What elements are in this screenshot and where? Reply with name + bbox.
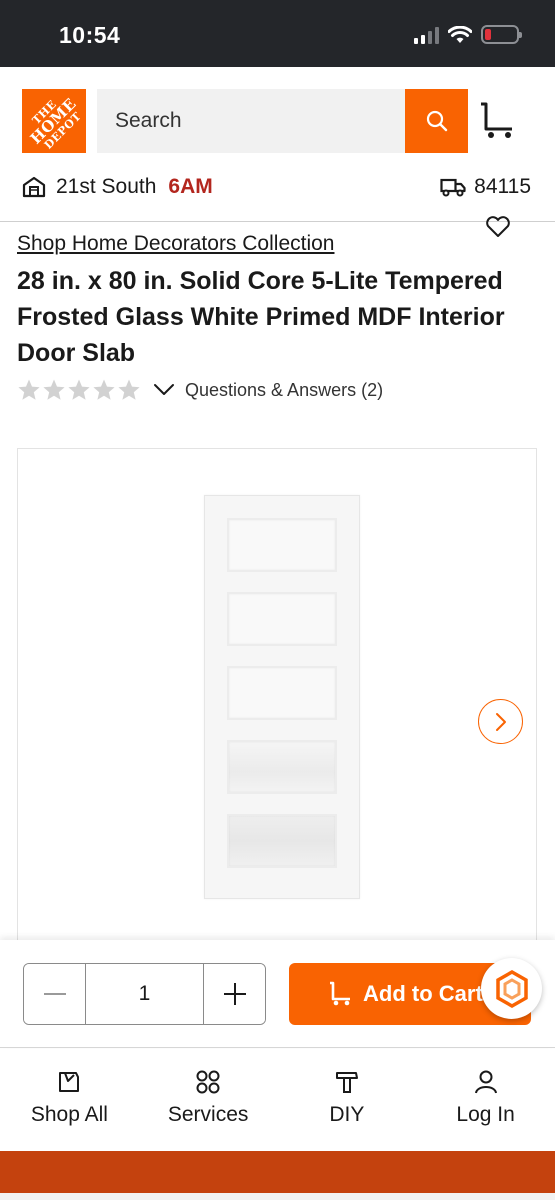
search-icon <box>426 110 447 132</box>
delivery-zip-selector[interactable]: 84115 <box>440 175 531 199</box>
questions-answers-link[interactable]: Questions & Answers (2) <box>185 380 383 401</box>
increase-quantity-button[interactable] <box>204 964 265 1024</box>
user-icon <box>474 1070 497 1094</box>
plus-icon <box>223 983 246 1005</box>
bottom-nav: Shop All Services DIY Log In <box>0 1049 555 1151</box>
status-bar: 10:54 <box>0 0 555 67</box>
quantity-input[interactable]: 1 <box>85 964 204 1024</box>
nav-label: Log In <box>456 1103 515 1126</box>
bottom-banner-strip <box>0 1151 555 1193</box>
nav-label: DIY <box>329 1103 365 1126</box>
nav-label: Services <box>167 1103 249 1126</box>
store-selector[interactable]: 21st South 6AM <box>22 175 213 199</box>
add-to-cart-bar: 1 Add to Cart <box>0 940 555 1048</box>
chevron-right-icon <box>495 712 506 731</box>
carousel-next-button[interactable] <box>478 699 523 744</box>
star-icon <box>18 379 40 400</box>
chevron-down-icon[interactable] <box>153 383 175 397</box>
star-icon <box>118 379 140 400</box>
battery-icon <box>481 25 522 44</box>
header: THE HOME DEPOT 21st South 6AM <box>0 67 555 222</box>
signal-icon <box>414 26 439 44</box>
nav-log-in[interactable]: Log In <box>416 1049 555 1151</box>
store-name: 21st South <box>56 175 157 198</box>
status-icons <box>414 25 522 44</box>
diy-icon <box>335 1072 358 1093</box>
home-depot-logo[interactable]: THE HOME DEPOT <box>22 89 86 153</box>
wifi-icon <box>448 25 472 43</box>
quantity-stepper: 1 <box>23 963 266 1025</box>
add-to-cart-label: Add to Cart <box>363 981 483 1006</box>
rating-row: Questions & Answers (2) <box>17 378 383 402</box>
shop-all-icon <box>59 1072 80 1092</box>
brand-link[interactable]: Shop Home Decorators Collection <box>17 232 334 256</box>
status-time: 10:54 <box>59 22 121 48</box>
store-hours: 6AM <box>168 175 213 198</box>
chat-assistant-icon <box>495 969 528 1008</box>
cart-icon <box>330 981 350 1006</box>
delivery-zip: 84115 <box>474 175 531 198</box>
minus-icon <box>43 993 66 995</box>
product-image-door <box>204 495 360 899</box>
star-icon <box>93 379 115 400</box>
search-button[interactable] <box>405 89 468 153</box>
bottom-edge <box>0 1193 555 1200</box>
nav-label: Shop All <box>30 1103 108 1126</box>
store-icon <box>22 176 46 198</box>
chat-assistant-button[interactable] <box>481 958 542 1019</box>
cart-icon[interactable] <box>478 101 518 141</box>
nav-services[interactable]: Services <box>139 1049 278 1151</box>
product-image-carousel[interactable] <box>17 448 537 948</box>
nav-shop-all[interactable]: Shop All <box>0 1049 139 1151</box>
search-input[interactable] <box>97 89 405 153</box>
truck-icon <box>440 178 466 197</box>
star-rating[interactable] <box>17 378 141 402</box>
favorite-heart-icon[interactable] <box>484 214 512 240</box>
nav-diy[interactable]: DIY <box>278 1049 417 1151</box>
star-icon <box>43 379 65 400</box>
search-bar <box>97 89 468 153</box>
decrease-quantity-button[interactable] <box>24 964 85 1024</box>
product-title: 28 in. x 80 in. Solid Core 5-Lite Temper… <box>17 267 505 367</box>
services-icon <box>196 1070 220 1094</box>
logo-text: THE HOME DEPOT <box>27 94 85 152</box>
star-icon <box>68 379 90 400</box>
